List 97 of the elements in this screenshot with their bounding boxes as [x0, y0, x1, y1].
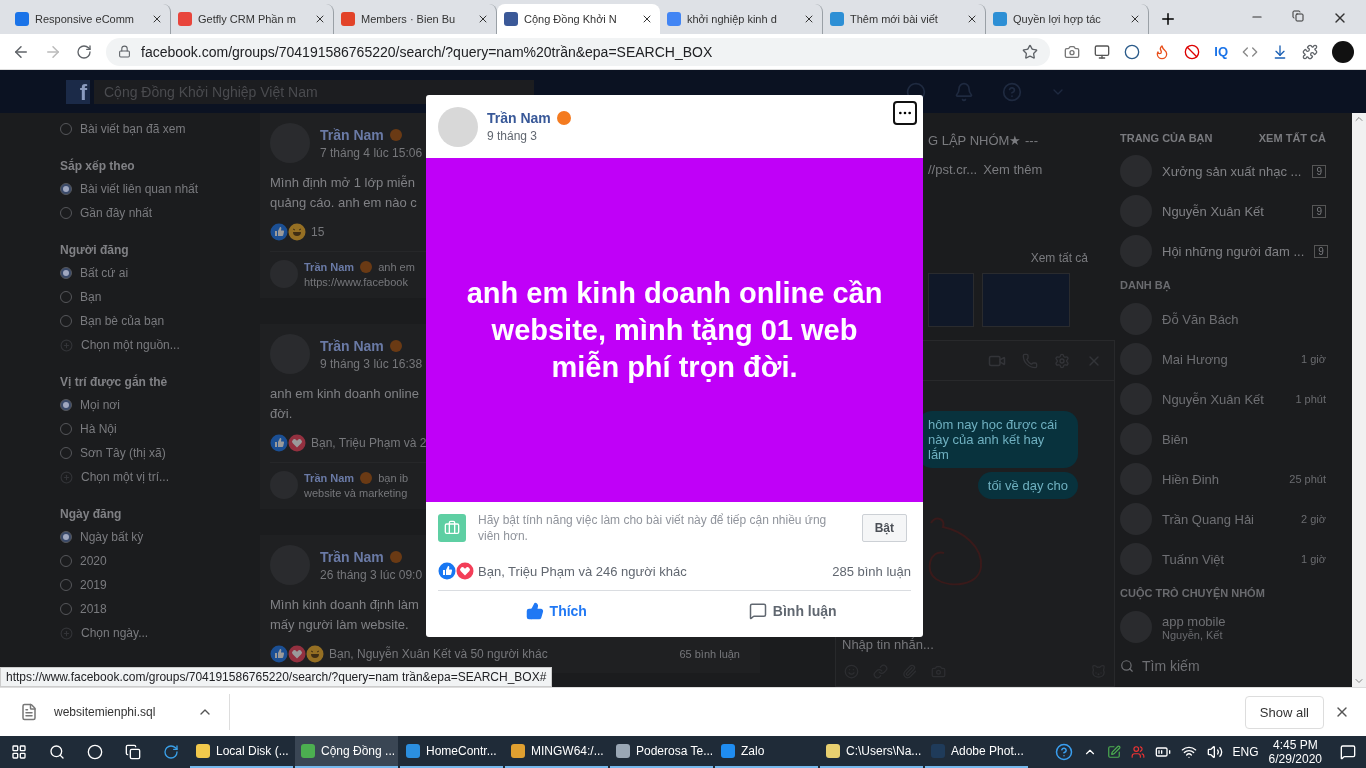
group-members: Nguyễn, Kết — [1162, 628, 1224, 641]
section-heading: CUỘC TRÒ CHUYỆN NHÓM — [1120, 586, 1266, 602]
see-all-link[interactable]: XEM TẤT CẢ — [1258, 132, 1326, 144]
contact-search-field[interactable]: Tìm kiếm — [1120, 653, 1326, 679]
author-name[interactable]: Trần Nam — [487, 110, 551, 126]
filter-heading: Sắp xếp theo — [60, 157, 136, 175]
count-badge: 9 — [1314, 244, 1328, 258]
status-url: https://www.facebook.com/groups/704191586765220/search/?query=nam trần&epa=SEARCH_BOX# — [0, 667, 553, 687]
message-input[interactable]: Nhập tin nhắn... — [836, 633, 1114, 656]
post-text: anh em kinh doanh online — [270, 385, 419, 403]
filter-option[interactable]: Sơn Tây (thị xã) — [60, 441, 250, 465]
message-bubble: tối về dạy cho — [977, 472, 1078, 499]
last-active-time: 2 giờ — [1301, 513, 1326, 525]
page-item[interactable]: Hội những người đam ... 9 — [1120, 231, 1326, 271]
taskbar-item[interactable]: Cộng Đồng ... — [295, 736, 398, 768]
last-active-time: 1 phút — [1295, 393, 1326, 405]
reaction-summary[interactable]: Bạn, Nguyễn Xuân Kết và 50 người khác — [329, 647, 680, 661]
filter-option[interactable]: 2020 — [60, 549, 250, 573]
last-active-time: 25 phút — [1289, 473, 1326, 485]
link-text[interactable]: //pst.cr... — [928, 162, 978, 177]
extension-button[interactable]: IQ — [1214, 44, 1228, 59]
page-item[interactable]: Xưởng sản xuất nhạc ... 9 — [1120, 151, 1326, 191]
filter-heading: Vị trí được gắn thẻ — [60, 373, 169, 391]
like-button[interactable]: Thích — [438, 591, 675, 630]
comment-button[interactable]: Bình luận — [674, 591, 911, 630]
download-item[interactable]: websitemienphi.sql — [54, 705, 181, 719]
post-text: Mình định mở 1 lớp miễn — [270, 174, 415, 192]
job-prompt: Hãy bật tính năng việc làm cho bài viết này để tiếp cận nhiều ứng viên hơn. — [478, 512, 828, 544]
filter-option[interactable]: Chọn một vị trí... — [60, 465, 250, 489]
taskbar-item[interactable]: Local Disk (... — [190, 736, 293, 768]
reaction-summary[interactable]: Bạn, Triệu Phạm và 246 người khác — [478, 563, 833, 579]
author-name[interactable]: Trần Nam — [320, 337, 384, 354]
contact-item[interactable]: Biên — [1120, 419, 1326, 459]
taskbar-item[interactable]: MINGW64:/... — [505, 736, 608, 768]
last-active-time: 1 giờ — [1301, 353, 1326, 365]
filter-option[interactable]: Gần đây nhất — [60, 201, 250, 225]
post-date[interactable]: 9 tháng 3 — [487, 129, 571, 143]
taskbar-item[interactable]: Poderosa Te... — [610, 736, 713, 768]
post-time[interactable]: 9 tháng 3 lúc 16:38 — [320, 356, 423, 371]
clock[interactable]: 4:45 PM 6/29/2020 — [1268, 738, 1322, 766]
see-all-link[interactable]: Xem tất cả — [1030, 251, 1088, 265]
filter-heading: Ngày đăng — [60, 506, 123, 523]
author-name[interactable]: Trần Nam — [320, 126, 384, 143]
filter-option[interactable]: Bất cứ ai — [60, 261, 250, 285]
taskbar-item[interactable]: C:\Users\Na... — [820, 736, 923, 768]
contact-item[interactable]: Đỗ Văn Bách — [1120, 299, 1326, 339]
browser-tab[interactable]: Cộng Đồng Khởi N — [497, 4, 660, 34]
filter-option[interactable]: Mọi nơi — [60, 393, 250, 417]
author-name[interactable]: Trần Nam — [320, 548, 384, 565]
filter-option[interactable]: 2019 — [60, 573, 250, 597]
post-time[interactable]: 26 tháng 3 lúc 09:0 — [320, 567, 423, 582]
comment-count[interactable]: 285 bình luận — [832, 563, 911, 579]
contact-item[interactable]: Trần Quang Hải 2 giờ — [1120, 499, 1326, 539]
comment-text: bạn ib — [378, 471, 409, 484]
post-text: quảng cáo. anh em nào c — [270, 194, 417, 212]
filter-option[interactable]: Chọn ngày... — [60, 621, 250, 645]
post-text: anh em kinh doanh online cần website, mình tặng 01 web miễn phí trọn đời. — [465, 275, 884, 385]
filter-option[interactable]: Ngày bất kỳ — [60, 525, 250, 549]
contact-item[interactable]: Hiền Đinh 25 phút — [1120, 459, 1326, 499]
show-all-button[interactable]: Show all — [1244, 695, 1324, 729]
taskbar-item[interactable]: Adobe Phot... — [925, 736, 1028, 768]
enable-button[interactable]: Bật — [861, 514, 907, 542]
logo[interactable]: f — [66, 79, 90, 104]
page-item[interactable]: Nguyễn Xuân Kết 9 — [1120, 191, 1326, 231]
contact-item[interactable]: Nguyễn Xuân Kết 1 phút — [1120, 379, 1326, 419]
see-more-link[interactable]: Xem thêm — [983, 162, 1043, 177]
post-text: mấy người làm website. — [270, 616, 409, 634]
comment-link[interactable]: website và marketing — [304, 486, 409, 499]
taskbar-item[interactable]: HomeContr... — [400, 736, 503, 768]
comment-count[interactable]: 65 bình luận — [679, 648, 740, 660]
contact-item[interactable]: Tuấnn Việt 1 giờ — [1120, 539, 1326, 579]
post-text: Mình kinh doanh định làm — [270, 596, 419, 614]
filter-option[interactable]: Chọn một nguồn... — [60, 333, 250, 357]
group-title: G LẬP NHÓM★ --- — [928, 133, 1039, 148]
post-text: đời. — [270, 405, 293, 423]
contact-item[interactable]: Mai Hương 1 giờ — [1120, 339, 1326, 379]
group-chat-name[interactable]: app mobile — [1162, 613, 1326, 629]
filter-heading: Người đăng — [60, 242, 130, 259]
filter-option[interactable]: Bạn bè của bạn — [60, 309, 250, 333]
post-time[interactable]: 7 tháng 4 lúc 15:06 — [320, 145, 423, 160]
count-badge: 9 — [1312, 164, 1326, 178]
last-active-time: 1 giờ — [1301, 553, 1326, 565]
author-name[interactable]: Trần Nam — [304, 471, 355, 484]
filter-option[interactable]: 2018 — [60, 597, 250, 621]
count-badge: 9 — [1312, 204, 1326, 218]
filter-option[interactable]: Hà Nội — [60, 417, 250, 441]
section-heading: TRANG CỦA BẠN — [1120, 132, 1213, 144]
filter-option[interactable]: Bài viết liên quan nhất — [60, 177, 250, 201]
filter-option[interactable]: Bạn — [60, 285, 250, 309]
taskbar-item[interactable]: Zalo — [715, 736, 818, 768]
filter-option[interactable]: Bài viết bạn đã xem — [60, 117, 250, 141]
comment-link[interactable]: https://www.facebook — [304, 275, 415, 288]
language-indicator[interactable]: ENG — [1232, 745, 1259, 759]
section-heading: DANH BẠ — [1120, 278, 1172, 294]
address-bar[interactable]: facebook.com/groups/704191586765220/search/?query=nam%20trần&epa=SEARCH_BOX — [106, 37, 1051, 66]
comment-text: anh em — [378, 260, 415, 273]
author-name[interactable]: Trần Nam — [304, 260, 355, 273]
